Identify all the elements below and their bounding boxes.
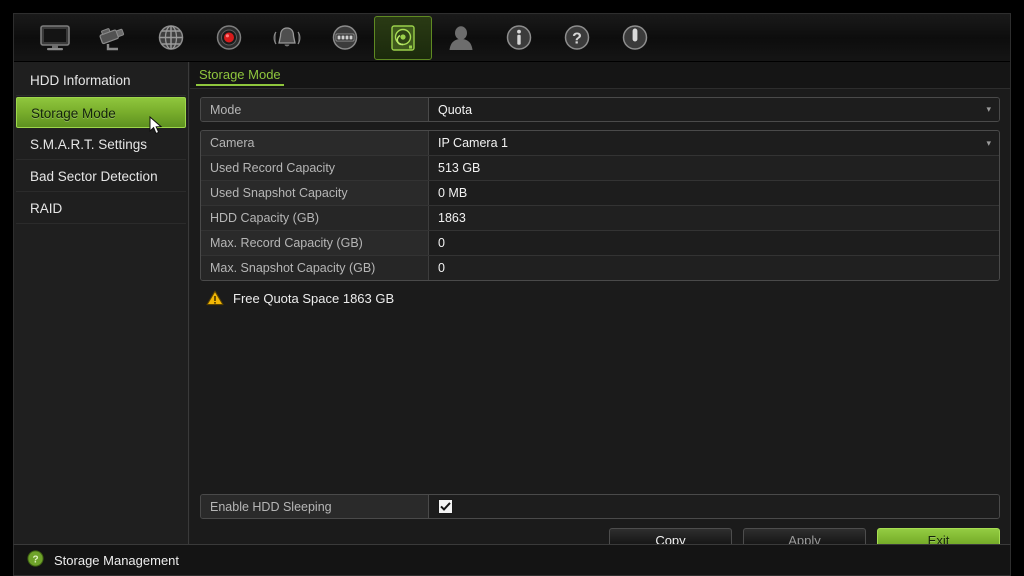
main-panel: Storage Mode Mode Quota ▾ Camera IP Came… [190,62,1010,561]
quota-table: Camera IP Camera 1 ▾ Used Record Capacit… [200,130,1000,281]
toolbar-item-device[interactable] [316,16,374,60]
value-text: 0 MB [438,186,468,200]
sidebar-item-bad-sector-detection[interactable]: Bad Sector Detection [16,161,186,192]
settings-pane: Mode Quota ▾ Camera IP Camera 1 ▾ Used R… [190,89,1010,561]
camera-value: IP Camera 1 [438,136,508,150]
table-row: Max. Record Capacity (GB) 0 [201,231,999,256]
network-globe-icon [154,23,188,53]
mode-value: Quota [438,102,473,117]
sidebar-item-storage-mode[interactable]: Storage Mode [16,97,186,128]
max-snapshot-capacity-label: Max. Snapshot Capacity (GB) [201,256,429,280]
used-record-capacity-label: Used Record Capacity [201,156,429,180]
used-snapshot-capacity-value: 0 MB [429,181,999,205]
toolbar-item-camera[interactable] [84,16,142,60]
status-bar: ? Storage Management [13,544,1011,576]
chevron-down-icon[interactable]: ▾ [986,105,991,114]
chevron-down-icon[interactable]: ▾ [986,138,991,148]
table-row: HDD Capacity (GB) 1863 [201,206,999,231]
toolbar-item-network[interactable] [142,16,200,60]
max-snapshot-capacity-input[interactable]: 0 [429,256,999,280]
used-snapshot-capacity-label: Used Snapshot Capacity [201,181,429,205]
alarm-bell-icon [270,23,304,53]
device-icon [328,23,362,53]
enable-hdd-sleeping-cell [429,495,999,518]
used-record-capacity-value: 513 GB [429,156,999,180]
free-quota-warning: Free Quota Space 1863 GB [200,290,1000,306]
tab-bar: Storage Mode [190,62,1010,89]
help-icon: ? [560,23,594,53]
record-icon [212,23,246,53]
mode-dropdown[interactable]: Quota ▾ [429,98,999,121]
free-quota-text: Free Quota Space 1863 GB [233,290,395,306]
sidebar-item-raid[interactable]: RAID [16,193,186,224]
toolbar-item-shutdown[interactable] [606,16,664,60]
toolbar-item-help[interactable]: ? [548,16,606,60]
enable-hdd-sleeping-label: Enable HDD Sleeping [201,495,429,518]
table-row: Used Snapshot Capacity 0 MB [201,181,999,206]
table-row: Used Record Capacity 513 GB [201,156,999,181]
sidebar: HDD Information Storage Mode S.M.A.R.T. … [14,62,189,561]
help-circle-icon: ? [27,550,44,570]
toolbar-item-storage[interactable] [374,15,432,60]
table-row: Camera IP Camera 1 ▾ [201,131,999,156]
enable-hdd-sleeping-row: Enable HDD Sleeping [200,494,1000,519]
max-record-capacity-label: Max. Record Capacity (GB) [201,231,429,255]
camera-label: Camera [201,131,429,155]
hdd-capacity-value: 1863 [429,206,999,230]
enable-hdd-sleeping-checkbox[interactable] [438,499,453,514]
hdd-icon [386,23,420,53]
check-icon [440,502,451,511]
screen: ? HDD Information Storage Mode S.M.A.R.T… [0,0,1024,576]
value-text: 0 [438,261,445,275]
monitor-icon [38,23,72,53]
info-icon [502,23,536,53]
sidebar-item-hdd-information[interactable]: HDD Information [16,65,186,96]
warning-triangle-icon [206,290,224,306]
toolbar-item-alarm[interactable] [258,16,316,60]
svg-text:?: ? [32,554,38,565]
value-text: 1863 [438,211,466,225]
table-row: Max. Snapshot Capacity (GB) 0 [201,256,999,280]
mode-row: Mode Quota ▾ [200,97,1000,122]
value-text: 513 GB [438,161,481,175]
toolbar-item-record[interactable] [200,16,258,60]
tab-storage-mode[interactable]: Storage Mode [196,67,284,86]
user-icon [444,23,478,53]
toolbar-item-info[interactable] [490,16,548,60]
max-record-capacity-input[interactable]: 0 [429,231,999,255]
app-window: ? HDD Information Storage Mode S.M.A.R.T… [13,13,1011,562]
power-icon [618,23,652,53]
content-area: HDD Information Storage Mode S.M.A.R.T. … [14,62,1010,561]
toolbar-item-user[interactable] [432,16,490,60]
camera-icon [96,23,130,53]
camera-dropdown[interactable]: IP Camera 1 ▾ [429,131,999,155]
value-text: 0 [438,236,445,250]
status-bar-text: Storage Management [54,552,180,568]
toolbar-item-live-view[interactable] [26,16,84,60]
svg-text:?: ? [572,30,582,47]
sidebar-item-smart-settings[interactable]: S.M.A.R.T. Settings [16,129,186,160]
mode-label: Mode [201,98,429,121]
main-toolbar: ? [14,14,1010,62]
hdd-capacity-label: HDD Capacity (GB) [201,206,429,230]
